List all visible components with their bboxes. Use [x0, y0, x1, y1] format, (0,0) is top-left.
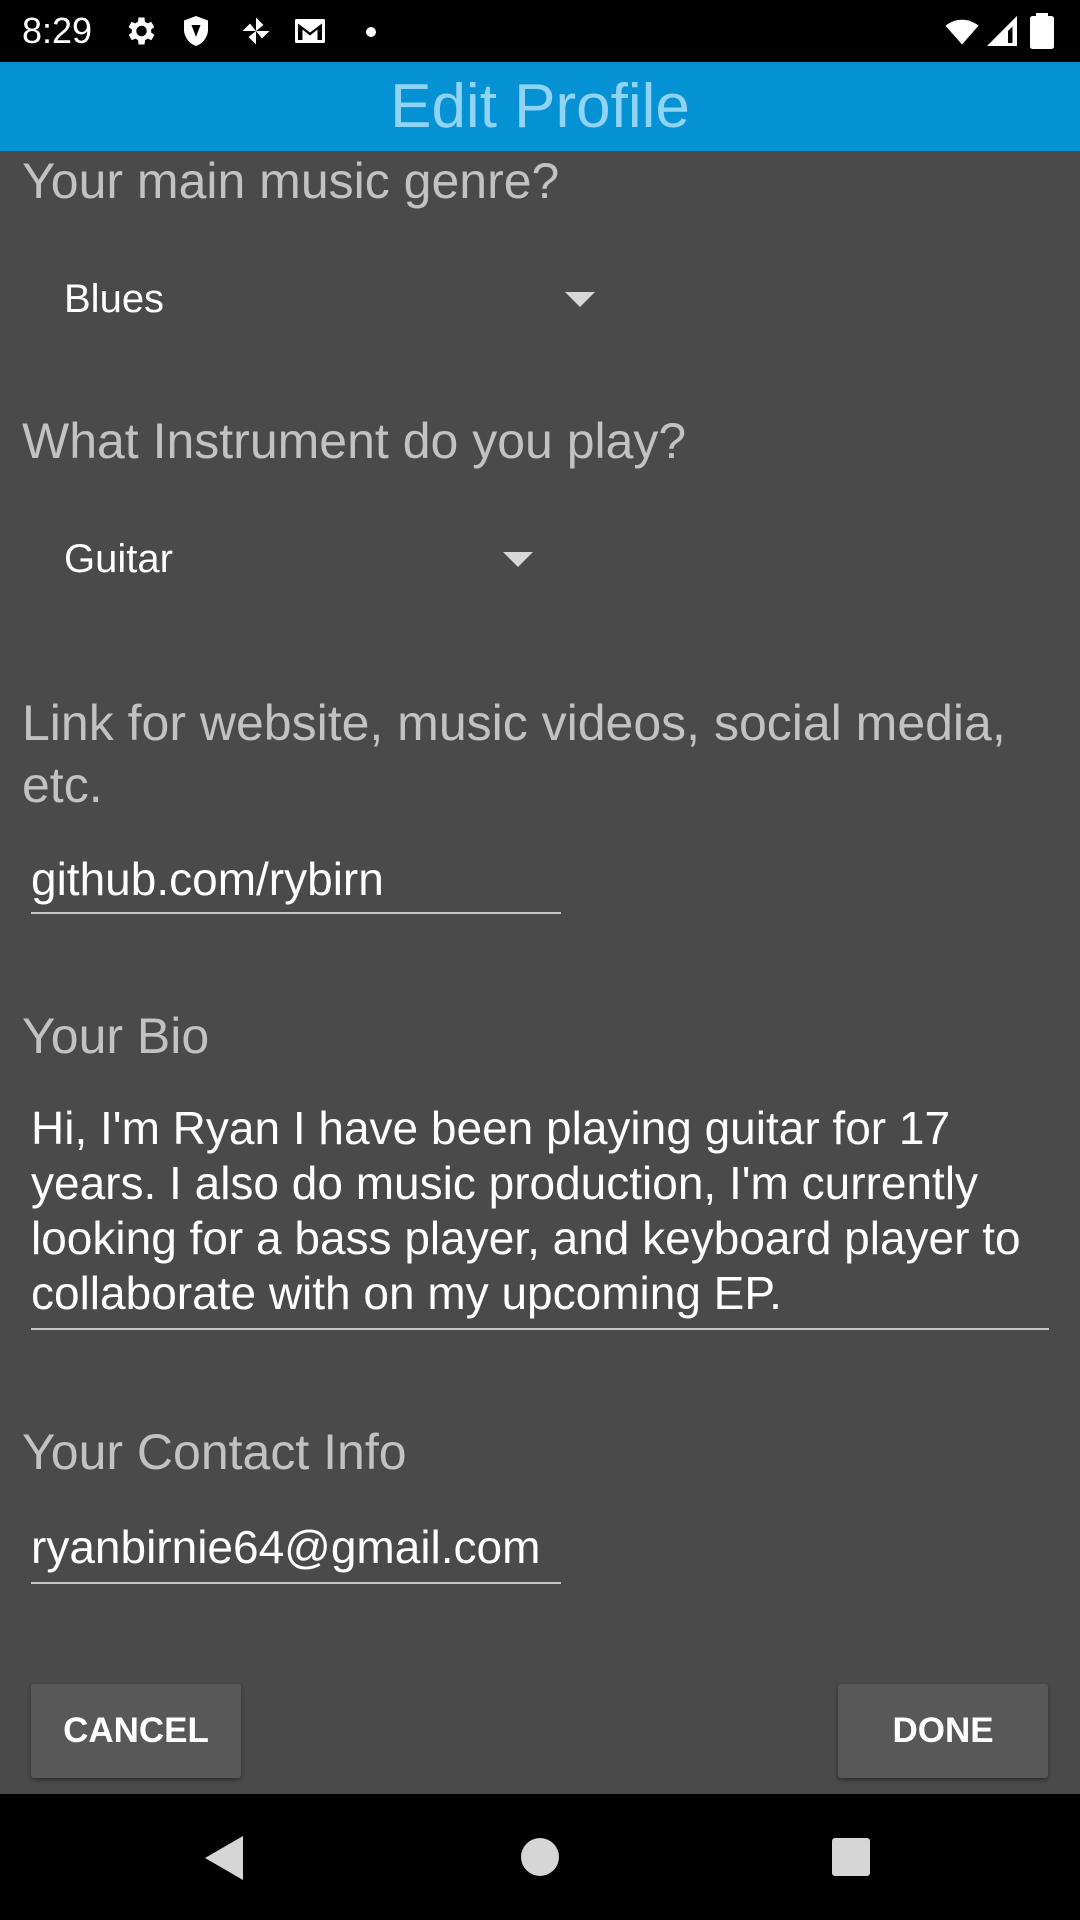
chevron-down-icon: [565, 292, 595, 307]
done-button[interactable]: DONE: [838, 1684, 1048, 1778]
chevron-down-icon: [503, 552, 533, 567]
wifi-icon: [944, 13, 980, 49]
bio-input[interactable]: Hi, I'm Ryan I have been playing guitar …: [31, 1101, 1049, 1330]
back-icon[interactable]: [205, 1836, 243, 1880]
bio-label: Your Bio: [22, 1008, 210, 1064]
genre-label: Your main music genre?: [22, 153, 560, 209]
link-input[interactable]: github.com/rybirn: [31, 852, 561, 914]
notification-dot: [366, 27, 376, 37]
pinwheel-icon: [238, 13, 274, 49]
app-bar: Edit Profile: [0, 62, 1080, 151]
status-time: 8:29: [22, 10, 93, 51]
recents-icon[interactable]: [832, 1838, 870, 1876]
shield-icon: [178, 13, 214, 49]
home-icon[interactable]: [521, 1838, 559, 1876]
link-label: Link for website, music videos, social m…: [22, 695, 1006, 813]
gmail-icon: [292, 13, 328, 49]
instrument-label: What Instrument do you play?: [22, 413, 687, 469]
instrument-spinner[interactable]: Guitar: [22, 514, 542, 604]
gear-icon: [122, 13, 158, 49]
genre-selected-value: Blues: [64, 277, 165, 321]
page-title: Edit Profile: [390, 72, 690, 141]
contact-email-input[interactable]: ryanbirnie64@gmail.com: [31, 1520, 561, 1584]
battery-icon: [1030, 13, 1054, 49]
cancel-button[interactable]: CANCEL: [31, 1684, 241, 1778]
instrument-selected-value: Guitar: [64, 537, 173, 581]
signal-icon: [984, 13, 1020, 49]
navigation-bar: [0, 1794, 1080, 1920]
contact-label: Your Contact Info: [22, 1424, 407, 1480]
status-bar: 8:29: [0, 0, 1080, 62]
genre-spinner[interactable]: Blues: [22, 254, 602, 344]
